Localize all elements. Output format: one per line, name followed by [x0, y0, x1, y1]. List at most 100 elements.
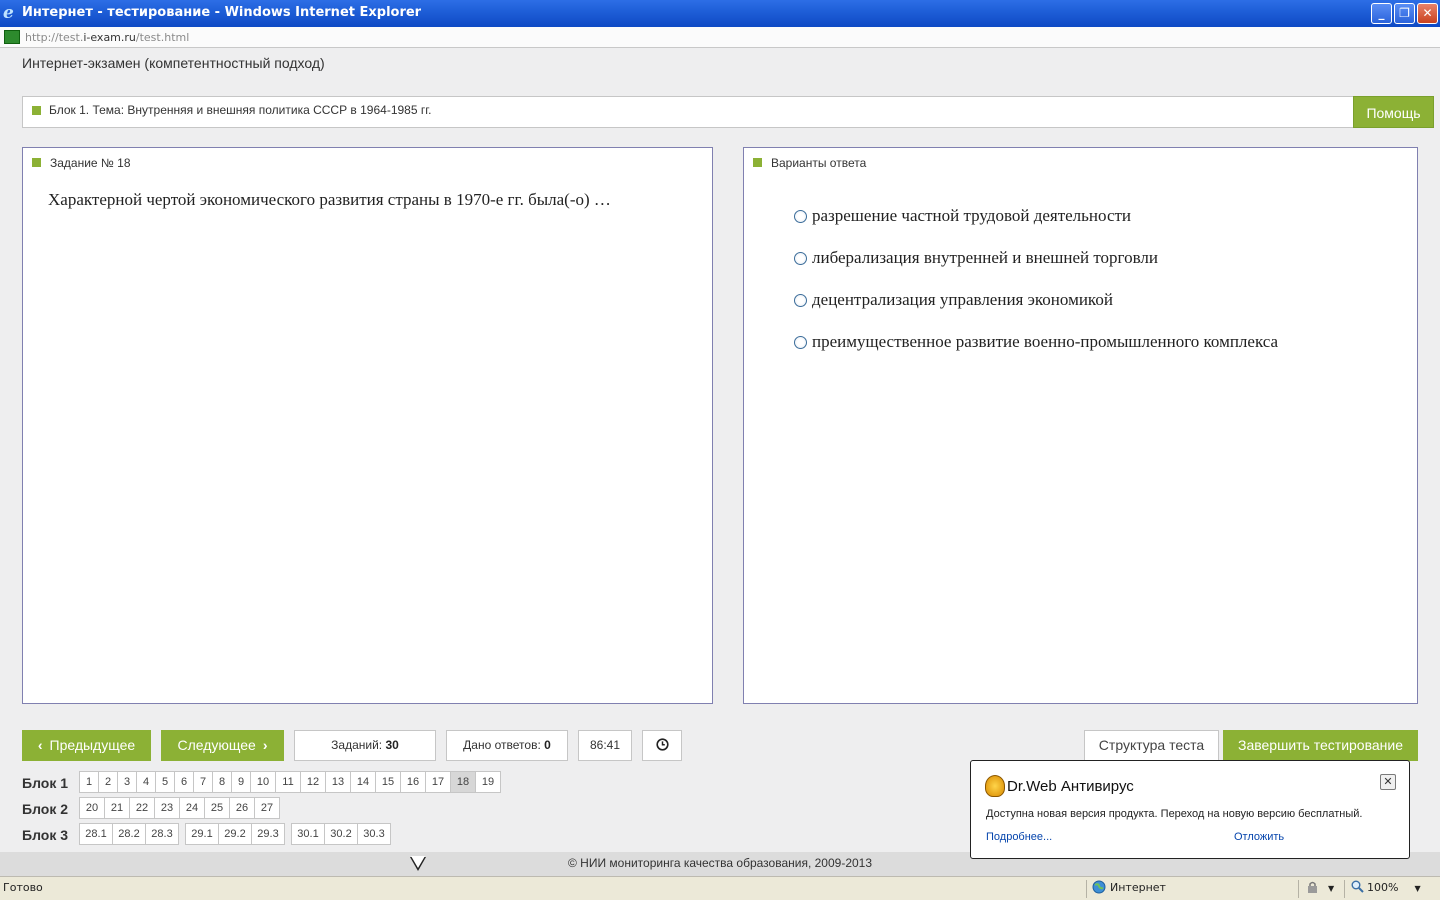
clock-button[interactable] — [642, 730, 682, 761]
drweb-notification: Dr.Web Антивирус ✕ Доступна новая версия… — [970, 760, 1410, 859]
minimize-button[interactable]: _ — [1371, 3, 1392, 24]
next-button[interactable]: Следующее › — [161, 730, 284, 761]
radio-button[interactable] — [794, 252, 807, 265]
question-number-button[interactable]: 24 — [179, 797, 205, 819]
answer-option-4[interactable]: преимущественное развитие военно-промышл… — [794, 332, 1278, 356]
postpone-link[interactable]: Отложить — [1234, 831, 1284, 843]
question-number-button[interactable]: 30.3 — [357, 823, 391, 845]
security-zone[interactable]: Интернет — [1092, 877, 1166, 900]
question-number-button[interactable]: 20 — [79, 797, 105, 819]
task-heading: Задание № 18 — [32, 156, 131, 170]
question-text: Характерной чертой экономического развит… — [48, 190, 611, 209]
status-divider — [1344, 880, 1345, 898]
answers-heading-text: Варианты ответа — [771, 156, 867, 170]
question-number-button[interactable]: 30.1 — [291, 823, 325, 845]
protected-mode-dropdown[interactable]: ▼ — [1306, 877, 1334, 900]
question-number-button[interactable]: 8 — [212, 771, 232, 793]
question-number-button[interactable]: 27 — [254, 797, 280, 819]
radio-button[interactable] — [794, 336, 807, 349]
question-number-button[interactable]: 29.3 — [251, 823, 285, 845]
drweb-title: Dr.Web Антивирус — [1007, 778, 1134, 795]
restore-button[interactable]: ❐ — [1394, 3, 1415, 24]
block-2-label: Блок 2 — [22, 801, 69, 817]
security-zone-label: Интернет — [1110, 881, 1166, 894]
window-title: Интернет - тестирование - Windows Intern… — [22, 5, 422, 20]
chevron-right-icon: › — [262, 737, 268, 753]
question-number-button[interactable]: 25 — [204, 797, 230, 819]
more-info-link[interactable]: Подробнее... — [986, 831, 1052, 843]
group-gap — [178, 823, 185, 845]
question-number-button[interactable]: 13 — [325, 771, 351, 793]
drweb-spider-icon — [985, 775, 1005, 797]
answer-option-2[interactable]: либерализация внутренней и внешней торго… — [794, 248, 1158, 272]
question-number-button[interactable]: 10 — [250, 771, 276, 793]
answer-option-label: разрешение частной трудовой деятельности — [812, 206, 1132, 225]
globe-icon — [1092, 880, 1106, 894]
question-number-button[interactable]: 28.3 — [145, 823, 179, 845]
clock-icon — [655, 738, 669, 751]
question-number-button[interactable]: 28.2 — [112, 823, 146, 845]
question-number-button[interactable]: 15 — [375, 771, 401, 793]
url-text[interactable]: http://test.i-exam.ru/test.html — [25, 31, 189, 44]
help-button[interactable]: Помощь — [1353, 96, 1434, 128]
question-number-button[interactable]: 11 — [275, 771, 301, 793]
chevron-down-icon: ▼ — [1414, 884, 1421, 893]
question-number-button[interactable]: 26 — [229, 797, 255, 819]
question-number-button[interactable]: 17 — [425, 771, 451, 793]
url-host: i-exam.ru — [83, 31, 136, 44]
url-path: /test.html — [135, 31, 190, 44]
question-number-button[interactable]: 7 — [193, 771, 213, 793]
question-number-button-current[interactable]: 18 — [450, 771, 476, 793]
group-gap — [284, 823, 291, 845]
green-square-icon — [753, 158, 762, 167]
answers-panel: Варианты ответа разрешение частной трудо… — [743, 147, 1418, 704]
answers-heading: Варианты ответа — [753, 156, 866, 170]
chevron-down-icon: ▼ — [1328, 884, 1335, 893]
question-number-button[interactable]: 5 — [155, 771, 175, 793]
lock-settings-icon — [1308, 881, 1317, 893]
question-number-button[interactable]: 29.2 — [218, 823, 252, 845]
tasks-count-label: Заданий: — [331, 738, 383, 752]
task-panel: Задание № 18 Характерной чертой экономич… — [22, 147, 713, 704]
question-number-button[interactable]: 29.1 — [185, 823, 219, 845]
zoom-control[interactable]: 100% ▼ — [1351, 877, 1421, 900]
status-text: Готово — [3, 881, 43, 894]
question-number-button[interactable]: 2 — [98, 771, 118, 793]
question-number-button[interactable]: 1 — [79, 771, 99, 793]
status-bar: Готово Интернет ▼ 100% ▼ — [0, 876, 1440, 900]
answer-option-label: либерализация внутренней и внешней торго… — [812, 248, 1158, 267]
question-number-button[interactable]: 28.1 — [79, 823, 113, 845]
question-number-button[interactable]: 23 — [154, 797, 180, 819]
exam-title: Интернет-экзамен (компетентностный подхо… — [22, 55, 325, 71]
answered-count: Дано ответов: 0 — [446, 730, 568, 761]
question-number-button[interactable]: 30.2 — [324, 823, 358, 845]
next-label: Следующее — [177, 737, 256, 753]
question-number-button[interactable]: 4 — [136, 771, 156, 793]
question-number-button[interactable]: 22 — [129, 797, 155, 819]
close-button[interactable]: ✕ — [1417, 3, 1438, 24]
timer: 86:41 — [578, 730, 632, 761]
previous-button[interactable]: ‹ Предыдущее — [22, 730, 151, 761]
close-icon[interactable]: ✕ — [1380, 774, 1396, 790]
answer-option-3[interactable]: децентрализация управления экономикой — [794, 290, 1113, 314]
block-3-label: Блок 3 — [22, 827, 69, 843]
address-bar[interactable]: http://test.i-exam.ru/test.html — [0, 27, 1440, 48]
popup-pointer-inner — [411, 856, 425, 868]
question-number-button[interactable]: 19 — [475, 771, 501, 793]
question-number-button[interactable]: 21 — [104, 797, 130, 819]
question-number-button[interactable]: 12 — [300, 771, 326, 793]
question-number-button[interactable]: 6 — [174, 771, 194, 793]
question-number-button[interactable]: 9 — [231, 771, 251, 793]
test-structure-button[interactable]: Структура теста — [1084, 730, 1219, 761]
radio-button[interactable] — [794, 294, 807, 307]
question-number-button[interactable]: 16 — [400, 771, 426, 793]
block-3-questions: 28.1 28.2 28.3 29.1 29.2 29.3 30.1 30.2 … — [79, 823, 391, 845]
drweb-message: Доступна новая версия продукта. Переход … — [986, 808, 1363, 820]
question-number-button[interactable]: 14 — [350, 771, 376, 793]
topic-bar: Блок 1. Тема: Внутренняя и внешняя полит… — [22, 96, 1434, 128]
page-icon — [4, 30, 20, 44]
answer-option-1[interactable]: разрешение частной трудовой деятельности — [794, 206, 1131, 230]
question-number-button[interactable]: 3 — [117, 771, 137, 793]
radio-button[interactable] — [794, 210, 807, 223]
finish-test-button[interactable]: Завершить тестирование — [1223, 730, 1418, 761]
